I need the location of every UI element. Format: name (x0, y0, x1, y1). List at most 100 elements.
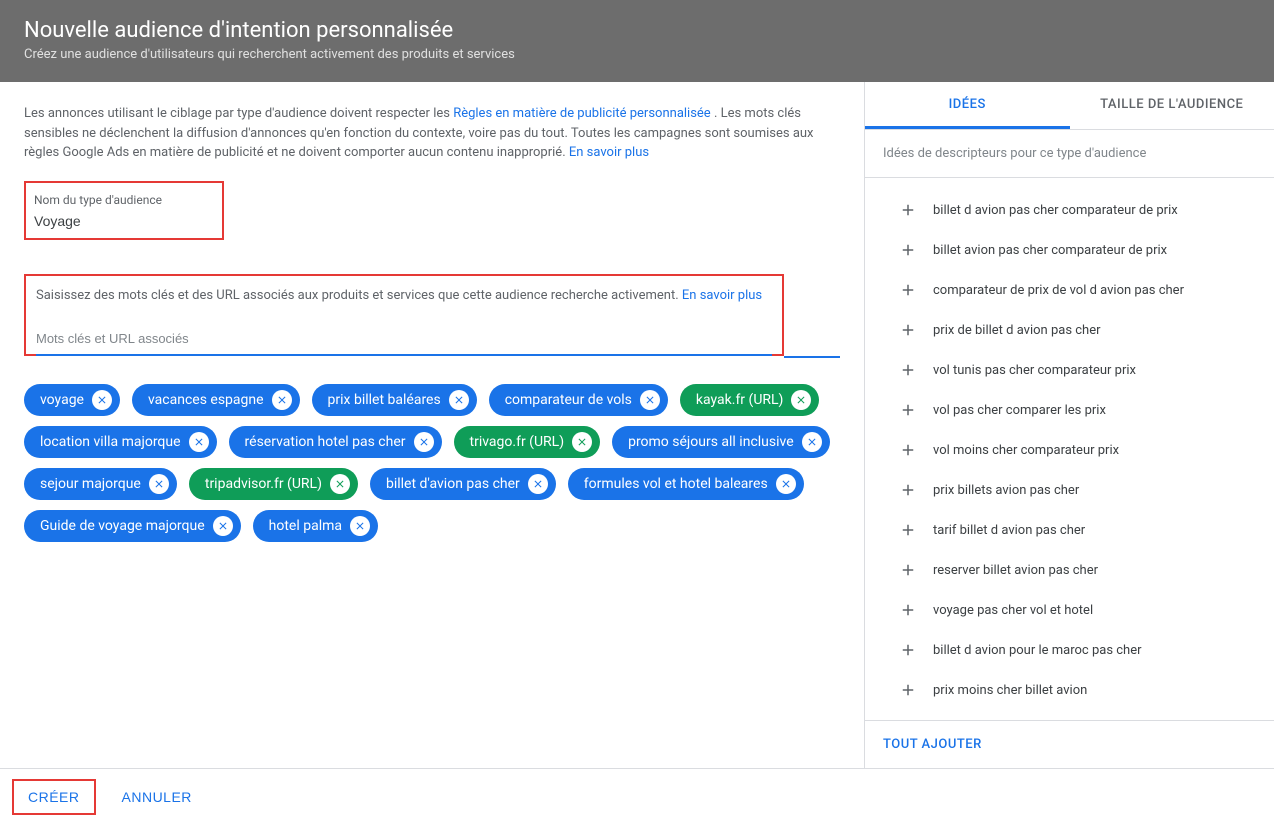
idea-text: comparateur de prix de vol d avion pas c… (933, 283, 1184, 298)
plus-icon (899, 561, 917, 579)
idea-row[interactable]: billet avion pas cher comparateur de pri… (899, 230, 1246, 270)
close-icon[interactable] (92, 390, 112, 410)
tab-ideas[interactable]: IDÉES (865, 82, 1070, 129)
chip-keyword[interactable]: prix billet baléares (312, 384, 477, 416)
chip-keyword[interactable]: comparateur de vols (489, 384, 668, 416)
idea-text: prix billets avion pas cher (933, 483, 1079, 498)
chip-keyword[interactable]: voyage (24, 384, 120, 416)
chip-url[interactable]: trivago.fr (URL) (454, 426, 601, 458)
chip-url[interactable]: tripadvisor.fr (URL) (189, 468, 358, 500)
dialog-header: Nouvelle audience d'intention personnali… (0, 0, 1274, 82)
input-underline (784, 356, 840, 358)
chips-container: voyage vacances espagne prix billet baléar… (24, 384, 834, 542)
name-field-label: Nom du type d'audience (34, 193, 214, 207)
close-icon[interactable] (802, 432, 822, 452)
policy-notice: Les annonces utilisant le ciblage par ty… (24, 104, 824, 163)
chip-label: billet d'avion pas cher (386, 476, 520, 492)
chip-label: promo séjours all inclusive (628, 434, 794, 450)
idea-row[interactable]: billet d avion pour le maroc pas cher (899, 630, 1246, 670)
close-icon[interactable] (791, 390, 811, 410)
plus-icon (899, 681, 917, 699)
tab-audience-size[interactable]: TAILLE DE L'AUDIENCE (1070, 82, 1274, 129)
close-icon[interactable] (149, 474, 169, 494)
chip-keyword[interactable]: formules vol et hotel baleares (568, 468, 804, 500)
cancel-button[interactable]: ANNULER (108, 779, 206, 815)
dialog-subtitle: Créez une audience d'utilisateurs qui re… (24, 47, 1250, 62)
idea-row[interactable]: vol tunis pas cher comparateur prix (899, 350, 1246, 390)
close-icon[interactable] (330, 474, 350, 494)
idea-text: voyage pas cher vol et hotel (933, 603, 1093, 618)
right-panel: IDÉES TAILLE DE L'AUDIENCE Idées de desc… (864, 82, 1274, 768)
keywords-instruction: Saisissez des mots clés et des URL assoc… (36, 288, 772, 303)
idea-row[interactable]: tarif billet d avion pas cher (899, 510, 1246, 550)
right-tabs: IDÉES TAILLE DE L'AUDIENCE (865, 82, 1274, 130)
close-icon[interactable] (350, 516, 370, 536)
close-icon[interactable] (189, 432, 209, 452)
idea-row[interactable]: voyage pas cher vol et hotel (899, 590, 1246, 630)
idea-row[interactable]: billet d avion pas cher comparateur de p… (899, 190, 1246, 230)
add-all-button[interactable]: TOUT AJOUTER (865, 720, 1274, 768)
close-icon[interactable] (213, 516, 233, 536)
create-button[interactable]: CRÉER (12, 779, 96, 815)
chip-keyword[interactable]: billet d'avion pas cher (370, 468, 556, 500)
chip-label: tripadvisor.fr (URL) (205, 476, 322, 492)
idea-text: vol pas cher comparer les prix (933, 403, 1106, 418)
learn-more-link[interactable]: En savoir plus (569, 145, 649, 160)
chip-keyword[interactable]: Guide de voyage majorque (24, 510, 241, 542)
audience-name-input[interactable] (34, 213, 214, 229)
idea-row[interactable]: reserver billet avion pas cher (899, 550, 1246, 590)
chip-keyword[interactable]: vacances espagne (132, 384, 300, 416)
chip-label: hotel palma (269, 518, 342, 534)
main-area: Les annonces utilisant le ciblage par ty… (0, 82, 1274, 768)
idea-text: tarif billet d avion pas cher (933, 523, 1085, 538)
left-panel: Les annonces utilisant le ciblage par ty… (0, 82, 864, 768)
close-icon[interactable] (776, 474, 796, 494)
chip-label: kayak.fr (URL) (696, 392, 784, 408)
close-icon[interactable] (572, 432, 592, 452)
keywords-url-input[interactable] (36, 331, 772, 356)
chip-label: sejour majorque (40, 476, 141, 492)
chip-keyword[interactable]: sejour majorque (24, 468, 177, 500)
idea-row[interactable]: prix moins cher billet avion (899, 670, 1246, 710)
plus-icon (899, 521, 917, 539)
idea-text: billet d avion pas cher comparateur de p… (933, 203, 1178, 218)
plus-icon (899, 361, 917, 379)
chip-keyword[interactable]: location villa majorque (24, 426, 217, 458)
chip-label: réservation hotel pas cher (245, 434, 406, 450)
chip-label: formules vol et hotel baleares (584, 476, 768, 492)
idea-row[interactable]: vol pas cher comparer les prix (899, 390, 1246, 430)
ideas-list[interactable]: billet d avion pas cher comparateur de p… (865, 178, 1274, 720)
chip-keyword[interactable]: promo séjours all inclusive (612, 426, 830, 458)
chip-label: prix billet baléares (328, 392, 441, 408)
idea-row[interactable]: comparateur de prix de vol d avion pas c… (899, 270, 1246, 310)
plus-icon (899, 241, 917, 259)
audience-name-field[interactable]: Nom du type d'audience (24, 181, 224, 240)
idea-text: prix de billet d avion pas cher (933, 323, 1101, 338)
chip-keyword[interactable]: réservation hotel pas cher (229, 426, 442, 458)
idea-text: billet d avion pour le maroc pas cher (933, 643, 1142, 658)
close-icon[interactable] (640, 390, 660, 410)
chip-label: voyage (40, 392, 84, 408)
close-icon[interactable] (414, 432, 434, 452)
close-icon[interactable] (528, 474, 548, 494)
idea-row[interactable]: prix de billet d avion pas cher (899, 310, 1246, 350)
idea-text: billet avion pas cher comparateur de pri… (933, 243, 1167, 258)
chip-label: Guide de voyage majorque (40, 518, 205, 534)
plus-icon (899, 481, 917, 499)
plus-icon (899, 601, 917, 619)
idea-row[interactable]: prix billets avion pas cher (899, 470, 1246, 510)
policy-link[interactable]: Règles en matière de publicité personnal… (453, 106, 711, 121)
dialog-title: Nouvelle audience d'intention personnali… (24, 18, 1250, 43)
plus-icon (899, 321, 917, 339)
keywords-learn-more-link[interactable]: En savoir plus (682, 288, 762, 303)
chip-keyword[interactable]: hotel palma (253, 510, 378, 542)
chip-url[interactable]: kayak.fr (URL) (680, 384, 820, 416)
chip-label: trivago.fr (URL) (470, 434, 565, 450)
chip-label: vacances espagne (148, 392, 264, 408)
close-icon[interactable] (449, 390, 469, 410)
close-icon[interactable] (272, 390, 292, 410)
plus-icon (899, 281, 917, 299)
idea-text: prix moins cher billet avion (933, 683, 1087, 698)
plus-icon (899, 201, 917, 219)
idea-row[interactable]: vol moins cher comparateur prix (899, 430, 1246, 470)
